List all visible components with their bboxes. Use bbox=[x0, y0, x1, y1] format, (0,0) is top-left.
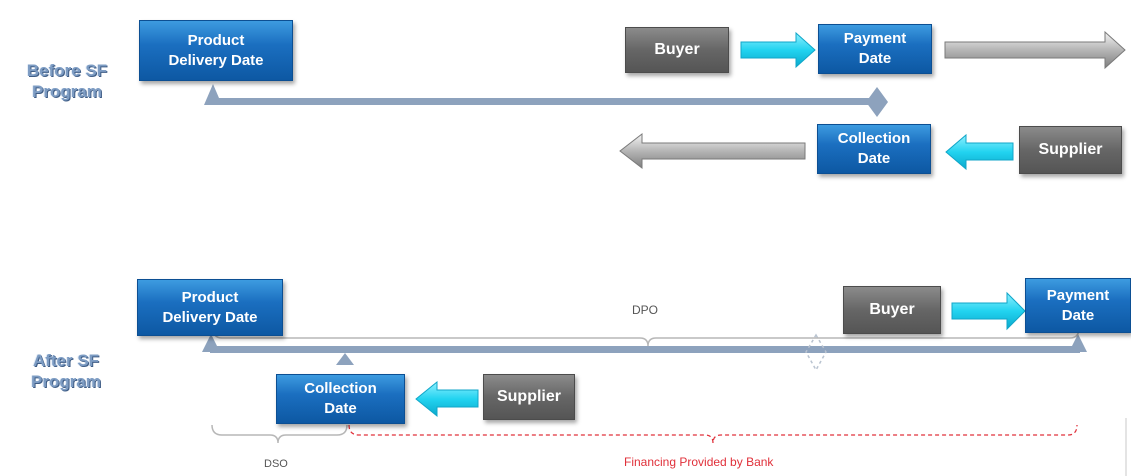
financing-brace bbox=[348, 424, 1078, 444]
after-sf-program-label: After SF Program bbox=[24, 350, 108, 392]
before-delivery-marker bbox=[204, 84, 222, 105]
dso-label: DSO bbox=[264, 458, 288, 470]
after-payment-date-box: Payment Date bbox=[1025, 278, 1131, 333]
before-buyer-to-payment-arrow bbox=[740, 31, 816, 69]
before-supplier-to-collection-arrow bbox=[945, 133, 1014, 171]
financing-label: Financing Provided by Bank bbox=[624, 455, 774, 469]
before-supplier-box: Supplier bbox=[1019, 126, 1122, 174]
after-supplier-to-collection-arrow bbox=[415, 380, 479, 418]
before-collection-date-box: Collection Date bbox=[817, 124, 931, 174]
dpo-label: DPO bbox=[632, 303, 659, 317]
before-payment-line2: Date bbox=[858, 50, 892, 67]
before-collection-line1: Collection bbox=[837, 130, 911, 147]
after-buyer-box: Buyer bbox=[843, 286, 941, 334]
before-product-delivery-date-box: Product Delivery Date bbox=[139, 20, 293, 81]
before-timeline bbox=[213, 98, 877, 105]
after-delivery-line1: Product bbox=[181, 288, 239, 306]
after-buyer-label: Buyer bbox=[869, 301, 915, 318]
before-buyer-box: Buyer bbox=[625, 27, 729, 73]
before-supplier-label: Supplier bbox=[1038, 141, 1103, 158]
before-payment-line1: Payment bbox=[843, 30, 907, 47]
after-supplier-box: Supplier bbox=[483, 374, 575, 420]
before-payment-diamond bbox=[866, 87, 888, 117]
after-payment-marker bbox=[1069, 334, 1087, 352]
before-payment-outflow-arrow bbox=[944, 30, 1126, 70]
before-delivery-line1: Product bbox=[187, 31, 245, 49]
after-collection-date-box: Collection Date bbox=[276, 374, 405, 424]
after-product-delivery-date-box: Product Delivery Date bbox=[137, 279, 283, 336]
before-delivery-line2: Delivery Date bbox=[168, 51, 264, 69]
before-buyer-label: Buyer bbox=[654, 41, 700, 58]
after-supplier-label: Supplier bbox=[496, 388, 561, 405]
after-buyer-to-payment-arrow bbox=[951, 291, 1026, 331]
before-collection-outflow-arrow bbox=[619, 132, 806, 170]
before-collection-line2: Date bbox=[857, 150, 891, 167]
before-payment-date-box: Payment Date bbox=[818, 24, 932, 74]
after-label-line2: Program bbox=[31, 372, 101, 391]
before-label-line1: Before SF bbox=[26, 61, 108, 80]
before-sf-program-label: Before SF Program bbox=[22, 60, 112, 102]
after-label-line1: After SF bbox=[32, 351, 100, 370]
after-collection-line1: Collection bbox=[304, 380, 377, 397]
after-delivery-line2: Delivery Date bbox=[162, 308, 258, 326]
after-collection-line2: Date bbox=[324, 400, 357, 417]
after-payment-line2: Date bbox=[1061, 306, 1095, 324]
dso-brace bbox=[211, 424, 348, 444]
before-label-line2: Program bbox=[32, 82, 102, 101]
after-payment-line1: Payment bbox=[1046, 286, 1110, 304]
after-timeline bbox=[210, 346, 1080, 353]
after-collection-marker bbox=[336, 353, 354, 365]
dpo-brace bbox=[212, 327, 1080, 347]
